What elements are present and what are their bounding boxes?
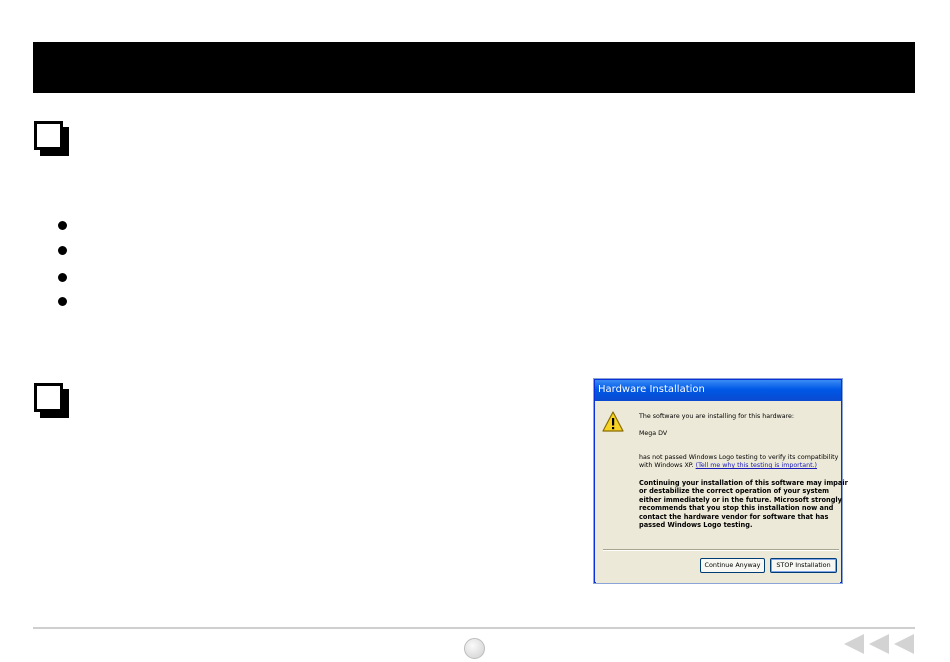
warning-line: Continuing your installation of this sof… [639,479,848,487]
bullet-dot-icon [58,221,67,230]
dialog-separator [603,549,839,551]
hardware-installation-dialog: Hardware Installation The software you a… [594,379,848,583]
dialog-line-1: The software you are installing for this… [639,413,795,420]
testing-info-link[interactable]: (Tell me why this testing is important.) [696,462,817,469]
dialog-titlebar[interactable]: Hardware Installation [595,380,841,401]
dialog-body: The software you are installing for this… [596,401,848,583]
stop-installation-button[interactable]: STOP Installation [770,558,837,573]
warning-line: either immediately or in the future. Mic… [639,495,842,504]
dialog-line-2a: has not passed Windows Logo testing to v… [639,454,839,461]
warning-line: passed Windows Logo testing. [639,521,753,530]
warning-icon [602,411,624,432]
dialog-title: Hardware Installation [598,384,705,395]
dialog-device-name: Mega DV [639,430,668,437]
continue-anyway-button[interactable]: Continue Anyway [700,558,765,573]
bullet-dot-icon [58,246,67,255]
warning-line: contact the hardware vendor for software… [639,512,829,521]
dialog-line-2b-prefix: with Windows XP. [639,462,696,469]
header-bar [33,42,915,93]
warning-line: recommends that you stop this installati… [639,504,834,513]
dialog-warning-text: Continuing your installation of this sof… [639,479,848,529]
bullet-dot-icon [58,297,67,306]
footer-divider [33,627,915,629]
dialog-line-2b: with Windows XP. (Tell me why this testi… [639,462,817,470]
bullet-dot-icon [58,273,67,282]
page-indicator-icon [464,638,485,659]
warning-line: or destabilize the correct operation of … [639,487,830,496]
section-square-icon [34,121,70,157]
back-arrows-icon[interactable] [842,632,916,656]
section-square-icon [34,383,70,419]
